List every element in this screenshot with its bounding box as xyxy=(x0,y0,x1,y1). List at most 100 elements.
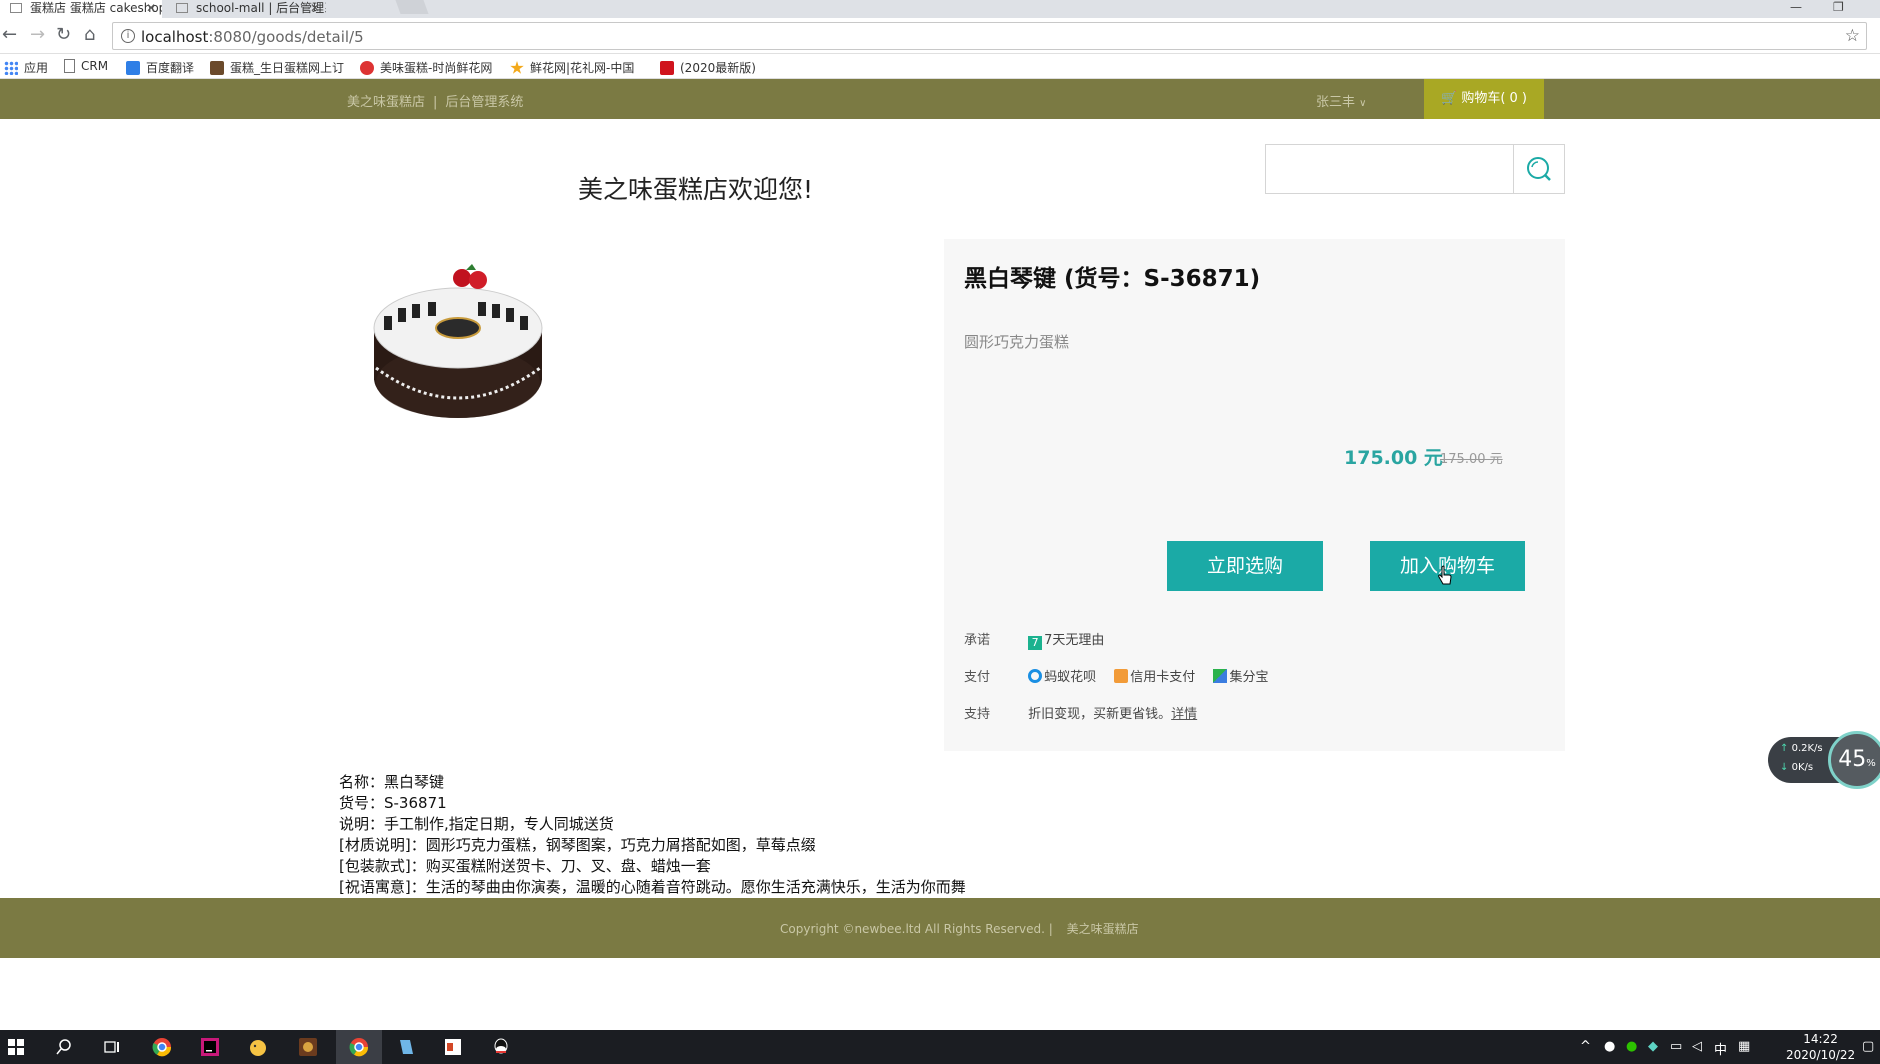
detail-line: [包装款式]：购买蛋糕附送贺卡、刀、叉、盘、蜡烛一套 xyxy=(339,857,711,875)
header-cart-button[interactable]: 🛒 购物车( 0 ) xyxy=(1424,79,1544,119)
browser-tab-strip: 蛋糕店 蛋糕店 cakeshop ✕ school-mall | 后台管理系 ✕… xyxy=(0,0,1880,18)
network-speed-widget[interactable]: ↑ 0.2K/s ↓ 0K/s 45% xyxy=(1768,731,1880,789)
bookmark-cake-site[interactable]: 蛋糕_生日蛋糕网上订 xyxy=(210,59,344,76)
new-tab-button[interactable] xyxy=(395,0,429,14)
detail-line: 货号：S-36871 xyxy=(339,794,447,812)
tray-qq-icon[interactable]: ● xyxy=(1604,1039,1615,1054)
search-input[interactable] xyxy=(1266,145,1514,193)
product-price: 175.00 元 xyxy=(1344,447,1443,469)
product-details: 名称：黑白琴键 货号：S-36871 说明：手工制作,指定日期，专人同城送货 [… xyxy=(339,772,966,898)
site-footer: Copyright ©newbee.ltd All Rights Reserve… xyxy=(0,898,1880,958)
search-button[interactable] xyxy=(1514,145,1564,193)
tray-volume-icon[interactable]: ◁ xyxy=(1692,1039,1702,1054)
promise-row: 承诺 7 7天无理由 xyxy=(964,633,1105,650)
restore-icon[interactable]: ❐ xyxy=(1833,0,1844,14)
back-arrow-icon[interactable]: ← xyxy=(2,26,17,44)
forward-arrow-icon[interactable]: → xyxy=(30,26,45,44)
bookmark-apps[interactable]: 应用 xyxy=(4,59,48,76)
user-menu[interactable]: 张三丰 ∨ xyxy=(1316,91,1366,110)
jifenbao-icon xyxy=(1213,669,1228,683)
minimize-icon[interactable]: — xyxy=(1790,0,1802,14)
tab-cakeshop[interactable]: 蛋糕店 蛋糕店 cakeshop ✕ xyxy=(0,0,162,18)
bookmark-huali[interactable]: 鲜花网|花礼网-中国 xyxy=(510,59,634,76)
memory-gauge: 45% xyxy=(1828,731,1880,789)
detail-line: [材质说明]：圆形巧克力蛋糕，钢琴图案，巧克力屑搭配如图，草莓点缀 xyxy=(339,836,816,854)
address-url[interactable]: localhost:8080/goods/detail/5 xyxy=(141,28,364,46)
page-favicon-icon xyxy=(10,3,22,13)
credit-card-icon xyxy=(1114,669,1129,683)
ime-indicator[interactable]: 中 xyxy=(1714,1039,1727,1058)
product-title: 黑白琴键 (货号：S-36871) xyxy=(964,266,1261,292)
chrome-icon[interactable] xyxy=(152,1037,172,1057)
bookmark-baidu-translate[interactable]: 百度翻译 xyxy=(126,59,194,76)
product-image xyxy=(373,264,543,418)
qq-icon[interactable] xyxy=(491,1037,511,1057)
download-arrow-icon: ↓ xyxy=(1780,762,1789,773)
game-app-icon[interactable] xyxy=(298,1037,318,1057)
tray-keyboard-icon[interactable]: ▦ xyxy=(1738,1039,1750,1054)
baidu-translate-icon xyxy=(126,61,140,75)
site-header: 美之味蛋糕店 | 后台管理系统 张三丰 ∨ 🛒 购物车( 0 ) xyxy=(0,79,1880,119)
tray-wechat-icon[interactable]: ● xyxy=(1626,1039,1637,1054)
tray-expand-icon[interactable]: ^ xyxy=(1580,1039,1591,1054)
chick-app-icon[interactable] xyxy=(248,1037,268,1057)
cart-icon: 🛒 xyxy=(1440,91,1458,106)
search-box xyxy=(1265,144,1565,194)
reload-icon[interactable]: ↻ xyxy=(56,26,71,44)
bookmark-flower-site[interactable]: 美味蛋糕-时尚鲜花网 xyxy=(360,59,492,76)
taskbar-search-icon[interactable] xyxy=(54,1037,74,1057)
c-site-icon xyxy=(660,61,674,75)
credit-card-option[interactable]: 信用卡支付 xyxy=(1114,669,1195,685)
admin-link[interactable]: 后台管理系统 xyxy=(445,95,523,110)
product-info-panel: 黑白琴键 (货号：S-36871) 圆形巧克力蛋糕 175.00 元 175.0… xyxy=(944,239,1565,751)
chevron-down-icon: ∨ xyxy=(1359,98,1367,109)
page-favicon-icon xyxy=(176,3,188,13)
footer-copyright: Copyright ©newbee.ltd All Rights Reserve… xyxy=(780,922,1139,936)
support-details-link[interactable]: 详情 xyxy=(1171,707,1197,722)
windows-start-icon[interactable] xyxy=(6,1037,26,1057)
bookmark-2020[interactable]: (2020最新版) xyxy=(660,59,756,76)
detail-line: 名称：黑白琴键 xyxy=(339,773,445,791)
tab-school-mall[interactable]: school-mall | 后台管理系 ✕ xyxy=(166,0,326,18)
tray-shield-icon[interactable]: ◆ xyxy=(1648,1039,1658,1054)
taskbar-clock[interactable]: 14:22 2020/10/22 xyxy=(1786,1031,1855,1063)
detail-line: 说明：手工制作,指定日期，专人同城送货 xyxy=(339,815,614,833)
huabei-option[interactable]: 蚂蚁花呗 xyxy=(1028,669,1096,685)
close-tab-icon[interactable]: ✕ xyxy=(310,0,320,16)
intellij-icon[interactable] xyxy=(200,1037,220,1057)
cake-site-icon xyxy=(210,61,224,75)
detail-line: [祝语寓意]：生活的琴曲由你演奏，温暖的心随着音符跳动。愿你生活充满快乐，生活为… xyxy=(339,878,966,896)
page-icon xyxy=(64,59,75,73)
search-icon xyxy=(1527,157,1551,181)
buy-now-button[interactable]: 立即选购 xyxy=(1167,541,1323,591)
tray-network-icon[interactable]: ▭ xyxy=(1670,1039,1682,1054)
site-brand: 美之味蛋糕店 | 后台管理系统 xyxy=(347,95,524,110)
support-row: 支持 折旧变现，买新更省钱。详情 xyxy=(964,707,1198,722)
notepad-icon[interactable] xyxy=(396,1037,416,1057)
jifenbao-option[interactable]: 集分宝 xyxy=(1213,669,1268,685)
windows-taskbar: ^ ● ● ◆ ▭ ◁ 中 ▦ 14:22 2020/10/22 ▢ xyxy=(0,1030,1880,1064)
close-tab-icon[interactable]: ✕ xyxy=(146,0,156,16)
seven-days-icon: 7 xyxy=(1028,636,1043,650)
footer-brand-link[interactable]: 美之味蛋糕店 xyxy=(1067,922,1139,936)
welcome-heading: 美之味蛋糕店欢迎您! xyxy=(578,175,814,204)
payment-row: 支付 蚂蚁花呗 信用卡支付 集分宝 xyxy=(964,669,1269,685)
site-info-icon[interactable]: i xyxy=(121,29,135,43)
bookmark-star-icon[interactable]: ☆ xyxy=(1845,26,1860,46)
hand-cursor-icon xyxy=(1438,565,1452,585)
product-original-price: 175.00 元 xyxy=(1440,452,1503,467)
home-icon[interactable]: ⌂ xyxy=(84,26,95,44)
product-subtitle: 圆形巧克力蛋糕 xyxy=(964,333,1070,351)
chrome-icon[interactable] xyxy=(349,1037,369,1057)
brand-link[interactable]: 美之味蛋糕店 xyxy=(347,95,425,110)
notification-icon[interactable]: ▢ xyxy=(1862,1039,1874,1054)
apps-grid-icon xyxy=(4,61,18,75)
task-view-icon[interactable] xyxy=(102,1037,122,1057)
bookmark-crm[interactable]: CRM xyxy=(64,59,108,73)
flower-site-icon xyxy=(360,61,374,75)
address-bar[interactable]: i localhost:8080/goods/detail/5 ☆ xyxy=(112,22,1867,50)
browser-toolbar: ← → ↻ ⌂ i localhost:8080/goods/detail/5 … xyxy=(0,18,1880,54)
huabei-icon xyxy=(1028,669,1043,683)
office-icon[interactable] xyxy=(443,1037,463,1057)
huali-icon xyxy=(510,61,524,74)
